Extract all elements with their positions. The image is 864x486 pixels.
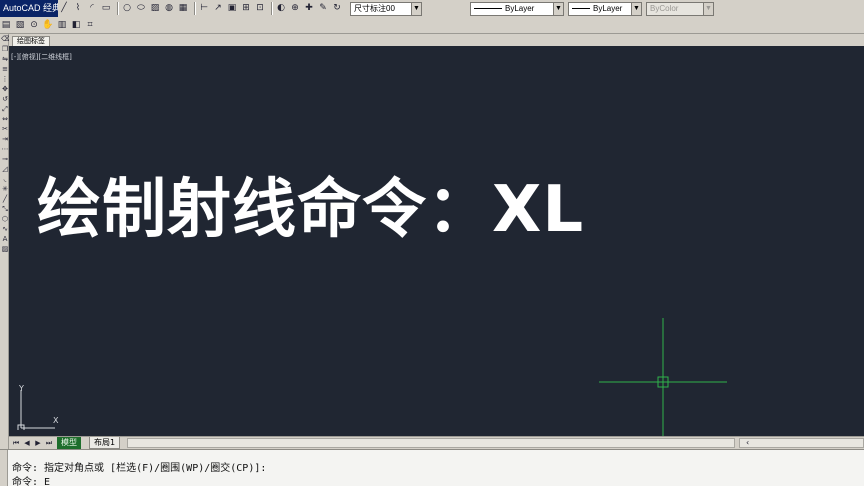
insert-icon[interactable]: ⊞ (240, 2, 252, 15)
chevron-down-icon: ▼ (411, 3, 421, 15)
chevron-down-icon: ▼ (703, 3, 713, 15)
plot-style-value: ByColor (650, 4, 679, 13)
tab-model[interactable]: 模型 (57, 437, 81, 449)
fillet-icon[interactable]: ◟ (1, 175, 9, 184)
stretch-icon[interactable]: ⇔ (1, 115, 9, 124)
command-input-line[interactable]: 命令: E (12, 473, 50, 486)
dim-style-select[interactable]: 尺寸标注00 ▼ (350, 2, 422, 16)
xline-icon[interactable]: ⤡ (1, 205, 9, 214)
circle-icon[interactable]: ○ (121, 2, 133, 15)
edit-icon[interactable]: ✎ (317, 2, 329, 15)
drawing-canvas[interactable]: [-][俯视][二维线框] 绘制射线命令：XL Y X (9, 46, 864, 436)
dimension-icon[interactable]: ⊢ (198, 2, 210, 15)
polyline-icon[interactable]: ⌇ (72, 2, 84, 15)
hatch-tool-icon[interactable]: ▨ (1, 245, 9, 254)
offset-icon[interactable]: ≡ (1, 65, 9, 74)
join-icon[interactable]: ⊸ (1, 155, 9, 164)
scale-icon[interactable]: ⤢ (1, 105, 9, 114)
explode-icon[interactable]: ✳ (1, 185, 9, 194)
trim-icon[interactable]: ✂ (1, 125, 9, 134)
draw-toolbar: ╱ ⌇ ◜ ▭ ○ ⬭ ▨ ◍ ▦ ⊢ ↗ ▣ ⊞ ⊡ ◐ ⊕ ✚ ✎ ↻ (58, 0, 345, 17)
ellipse-icon[interactable]: ⬭ (135, 2, 147, 15)
app-title: AutoCAD 经典 (0, 0, 58, 17)
match-icon[interactable]: ⌗ (84, 19, 96, 32)
hatch-icon[interactable]: ▨ (149, 2, 161, 15)
linetype-value: ByLayer (505, 4, 535, 13)
array-icon[interactable]: ⋮ (1, 75, 9, 84)
lineweight-value: ByLayer (593, 4, 623, 13)
center-mark-icon[interactable]: ✚ (303, 2, 315, 15)
spline-icon[interactable]: ∿ (1, 225, 9, 234)
overlay-title: 绘制射线命令：XL (37, 173, 585, 247)
layer-icon[interactable]: ◧ (70, 19, 82, 32)
standard-toolbar: ▤ ▧ ⊙ ✋ ▥ ◧ ⌗ (0, 17, 98, 34)
arc-icon[interactable]: ◜ (86, 2, 98, 15)
chevron-down-icon: ▼ (631, 3, 641, 15)
horizontal-scrollbar-right[interactable]: ‹ (739, 438, 864, 448)
crosshair-cursor (599, 318, 727, 436)
rotate-icon[interactable]: ↺ (1, 95, 9, 104)
plot-style-select[interactable]: ByColor ▼ (646, 2, 714, 16)
tab-layout1[interactable]: 布局1 (89, 437, 121, 449)
save-icon[interactable]: ▤ (0, 19, 12, 32)
lineweight-select[interactable]: ByLayer ▼ (568, 2, 642, 16)
block-icon[interactable]: ▣ (226, 2, 238, 15)
dim-style-value: 尺寸标注00 (354, 4, 395, 13)
erase-icon[interactable]: ⌫ (1, 35, 11, 44)
toolbar-separator (117, 2, 118, 15)
document-tab-bar: 绘图标签 (9, 34, 864, 46)
command-history-line: 命令: 指定对角点或 [栏选(F)/圈围(WP)/圈交(CP)]: (12, 463, 267, 474)
update-icon[interactable]: ↻ (331, 2, 343, 15)
ucs-x-label: X (53, 416, 59, 425)
extend-icon[interactable]: ⇥ (1, 135, 9, 144)
chevron-down-icon: ▼ (553, 3, 563, 15)
toolbar-separator (271, 2, 272, 15)
leader-icon[interactable]: ↗ (212, 2, 224, 15)
linetype-select[interactable]: ByLayer ▼ (470, 2, 564, 16)
command-window[interactable]: 命令: 指定对角点或 [栏选(F)/圈围(WP)/圈交(CP)]: 命令: E (0, 449, 864, 486)
region-icon[interactable]: ◍ (163, 2, 175, 15)
horizontal-scrollbar[interactable] (127, 438, 735, 448)
rectangle-icon[interactable]: ▭ (100, 2, 112, 15)
toolbar-separator (194, 2, 195, 15)
properties-icon[interactable]: ▥ (56, 19, 68, 32)
break-icon[interactable]: ⋯ (1, 145, 9, 154)
prev-layout-icon[interactable]: ◀ (22, 438, 32, 448)
drawing-tab[interactable]: 绘图标签 (12, 36, 50, 46)
mirror-icon[interactable]: ⇋ (1, 55, 9, 64)
copy-icon[interactable]: ❐ (1, 45, 9, 54)
move-icon[interactable]: ✥ (1, 85, 9, 94)
layout-tab-bar: ⏮ ◀ ▶ ⏭ 模型 布局1 ‹ (9, 436, 864, 449)
tolerance-icon[interactable]: ⊕ (289, 2, 301, 15)
line-tool-icon[interactable]: ╱ (1, 195, 9, 204)
last-layout-icon[interactable]: ⏭ (44, 438, 54, 448)
open-icon[interactable]: ▧ (14, 19, 26, 32)
line-icon[interactable]: ╱ (58, 2, 70, 15)
viewport-controls[interactable]: [-][俯视][二维线框] (11, 52, 72, 62)
text-tool-icon[interactable]: A (1, 235, 9, 244)
toolbar-area: AutoCAD 经典 ╱ ⌇ ◜ ▭ ○ ⬭ ▨ ◍ ▦ ⊢ ↗ ▣ ⊞ ⊡ ◐… (0, 0, 864, 34)
ucs-y-label: Y (19, 384, 24, 393)
pan-icon[interactable]: ✋ (42, 19, 54, 32)
command-window-handle[interactable] (0, 450, 8, 486)
chamfer-icon[interactable]: ◿ (1, 165, 9, 174)
first-layout-icon[interactable]: ⏮ (11, 438, 21, 448)
table-icon[interactable]: ▦ (177, 2, 189, 15)
point-icon[interactable]: ⊡ (254, 2, 266, 15)
polygon-icon[interactable]: ⬡ (1, 215, 9, 224)
modify-toolbar: ⌫ ❐ ⇋ ≡ ⋮ ✥ ↺ ⤢ ⇔ ✂ ⇥ ⋯ ⊸ ◿ ◟ ✳ ╱ ⤡ ⬡ ∿ … (0, 34, 11, 452)
zoom-icon[interactable]: ⊙ (28, 19, 40, 32)
next-layout-icon[interactable]: ▶ (33, 438, 43, 448)
gradient-icon[interactable]: ◐ (275, 2, 287, 15)
chevron-left-icon[interactable]: ‹ (746, 438, 749, 448)
